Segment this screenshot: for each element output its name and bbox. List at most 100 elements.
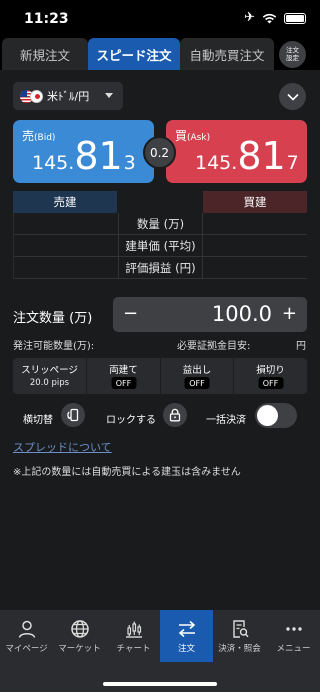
ask-price-main: 81 bbox=[237, 134, 286, 178]
sell-quantity-cell bbox=[14, 213, 118, 234]
ask-label: 買 bbox=[175, 129, 188, 143]
clock: 11:23 bbox=[24, 11, 69, 27]
sell-position-header: 売建 bbox=[13, 191, 117, 213]
required-margin-label: 必要証拠金目安: bbox=[177, 341, 251, 352]
document-search-icon bbox=[232, 620, 249, 638]
buy-quantity-cell bbox=[203, 213, 307, 234]
orientation-label: 横切替 bbox=[23, 415, 53, 426]
orientation-toggle-button[interactable] bbox=[61, 403, 85, 427]
row-label-pnl: 評価損益 (円) bbox=[117, 257, 204, 278]
quantity-increase-button[interactable]: + bbox=[282, 303, 297, 324]
position-table-header-spacer bbox=[117, 191, 203, 213]
buy-pnl-cell bbox=[203, 257, 307, 278]
caret-down-icon bbox=[105, 93, 113, 98]
bulk-settlement-switch[interactable] bbox=[255, 403, 297, 428]
spread-badge: 0.2 bbox=[143, 136, 176, 169]
required-margin-unit: 円 bbox=[296, 341, 306, 352]
position-table-header: 売建 買建 bbox=[13, 191, 307, 213]
stop-loss-status-badge: OFF bbox=[258, 377, 283, 389]
home-indicator bbox=[103, 682, 217, 686]
hedge-option[interactable]: 両建て OFF bbox=[86, 358, 160, 394]
nav-label-settlement: 決済・照会 bbox=[218, 644, 261, 654]
bid-price-main: 81 bbox=[74, 134, 123, 178]
bid-price: 145. 81 3 bbox=[32, 134, 136, 178]
buy-avg-price-cell bbox=[203, 235, 307, 256]
take-profit-status-badge: OFF bbox=[184, 377, 210, 389]
stop-loss-title: 損切り bbox=[256, 365, 285, 376]
nav-label-chart: チャート bbox=[116, 644, 151, 654]
rotate-phone-icon bbox=[67, 408, 79, 422]
bid-price-pip: 3 bbox=[123, 152, 136, 174]
row-label-quantity: 数量 (万) bbox=[117, 213, 204, 234]
nav-item-settlement[interactable]: 決済・照会 bbox=[213, 610, 266, 662]
ask-price-button[interactable]: 買(Ask) 145. 81 7 bbox=[166, 120, 307, 183]
tab-speed-order[interactable]: スピード注文 bbox=[88, 38, 180, 70]
bottom-navigation: マイページ マーケット チャート 注文 決済・照会 メニュー bbox=[0, 610, 320, 692]
take-profit-title: 益出し bbox=[182, 365, 212, 376]
quantity-note: ※上記の数量には自動売買による建玉は含みません bbox=[13, 467, 241, 478]
bid-price-prefix: 145. bbox=[32, 152, 75, 174]
lock-label: ロックする bbox=[106, 415, 156, 426]
take-profit-option[interactable]: 益出し OFF bbox=[160, 358, 233, 394]
bulk-settlement-label: 一括決済 bbox=[206, 415, 246, 426]
wifi-icon bbox=[262, 13, 277, 23]
nav-label-order: 注文 bbox=[177, 644, 195, 654]
stop-loss-option[interactable]: 損切り OFF bbox=[233, 358, 307, 394]
jp-flag-icon bbox=[30, 89, 43, 103]
order-quantity-label: 注文数量 (万) bbox=[13, 311, 93, 326]
buy-position-header: 買建 bbox=[203, 191, 307, 213]
slippage-title: スリッページ bbox=[21, 365, 78, 376]
status-bar: 11:23 ✈ bbox=[0, 0, 320, 38]
quantity-stepper: − 100.0 + bbox=[113, 297, 307, 332]
globe-icon bbox=[70, 620, 89, 638]
order-options-bar: スリッページ 20.0 pips 両建て OFF 益出し OFF 損切り OFF bbox=[13, 358, 307, 394]
hedge-status-badge: OFF bbox=[111, 377, 136, 389]
sell-avg-price-cell bbox=[14, 235, 118, 256]
ask-price: 145. 81 7 bbox=[195, 134, 299, 178]
table-row: 数量 (万) bbox=[13, 213, 307, 235]
tab-new-order[interactable]: 新規注文 bbox=[2, 38, 88, 70]
nav-label-mypage: マイページ bbox=[5, 644, 48, 654]
nav-item-chart[interactable]: チャート bbox=[107, 610, 160, 662]
chevron-down-icon bbox=[286, 93, 299, 101]
quantity-input[interactable]: 100.0 bbox=[212, 302, 272, 326]
collapse-button[interactable] bbox=[279, 83, 306, 110]
position-table: 売建 買建 数量 (万) 建単価 (平均) 評価損益 (円) bbox=[13, 191, 307, 279]
nav-item-order[interactable]: 注文 bbox=[160, 610, 213, 662]
currency-pair-label: 米ﾄﾞﾙ/円 bbox=[47, 90, 90, 103]
order-settings-button[interactable]: 注文 設定 bbox=[279, 41, 306, 68]
chart-icon bbox=[125, 621, 142, 638]
order-tabs: 新規注文 スピード注文 自動売買注文 注文 設定 bbox=[0, 38, 320, 70]
slippage-option[interactable]: スリッページ 20.0 pips bbox=[13, 358, 86, 394]
battery-icon bbox=[284, 12, 306, 24]
nav-label-menu: メニュー bbox=[276, 644, 311, 654]
table-row: 建単価 (平均) bbox=[13, 235, 307, 257]
lock-button[interactable] bbox=[163, 403, 187, 427]
ask-price-prefix: 145. bbox=[195, 152, 238, 174]
transfer-arrows-icon bbox=[178, 620, 195, 638]
hedge-title: 両建て bbox=[109, 365, 138, 376]
nav-item-menu[interactable]: メニュー bbox=[267, 610, 320, 662]
more-dots-icon bbox=[285, 627, 302, 631]
nav-item-mypage[interactable]: マイページ bbox=[0, 610, 53, 662]
airplane-mode-icon: ✈ bbox=[244, 10, 255, 25]
currency-pair-select[interactable]: 米ﾄﾞﾙ/円 bbox=[13, 82, 123, 110]
bid-price-button[interactable]: 売(Bid) 145. 81 3 bbox=[13, 120, 154, 183]
spread-info-link[interactable]: スプレッドについて bbox=[13, 439, 112, 455]
slippage-value: 20.0 pips bbox=[29, 378, 70, 388]
row-label-avg-price: 建単価 (平均) bbox=[117, 235, 204, 256]
status-icons: ✈ bbox=[244, 11, 306, 25]
switch-knob bbox=[257, 405, 278, 426]
person-icon bbox=[18, 620, 35, 638]
table-row: 評価損益 (円) bbox=[13, 257, 307, 279]
tab-auto-trade-order[interactable]: 自動売買注文 bbox=[180, 38, 274, 70]
ask-price-pip: 7 bbox=[286, 152, 299, 174]
quantity-decrease-button[interactable]: − bbox=[123, 303, 138, 324]
nav-item-market[interactable]: マーケット bbox=[53, 610, 106, 662]
available-quantity-label: 発注可能数量(万): bbox=[13, 341, 95, 352]
order-settings-label-2: 設定 bbox=[286, 53, 299, 62]
control-row: 横切替 ロックする 一括決済 bbox=[0, 401, 320, 431]
sell-pnl-cell bbox=[14, 257, 118, 278]
lock-icon bbox=[169, 408, 181, 422]
nav-label-market: マーケット bbox=[58, 644, 101, 654]
